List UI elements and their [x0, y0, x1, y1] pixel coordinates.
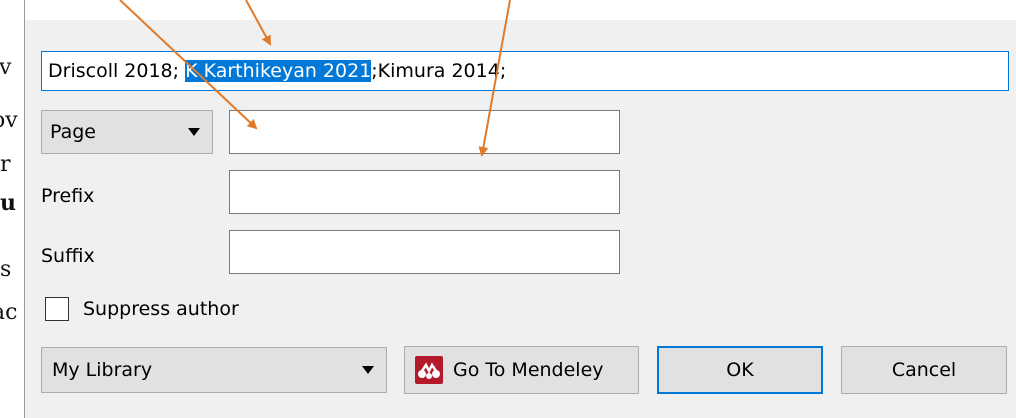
annotation-arrows — [119, 0, 511, 157]
arrow-to-fields — [478, 0, 511, 157]
arrow-to-locator-field — [119, 0, 258, 130]
arrow-to-selected-citation — [245, 0, 271, 46]
